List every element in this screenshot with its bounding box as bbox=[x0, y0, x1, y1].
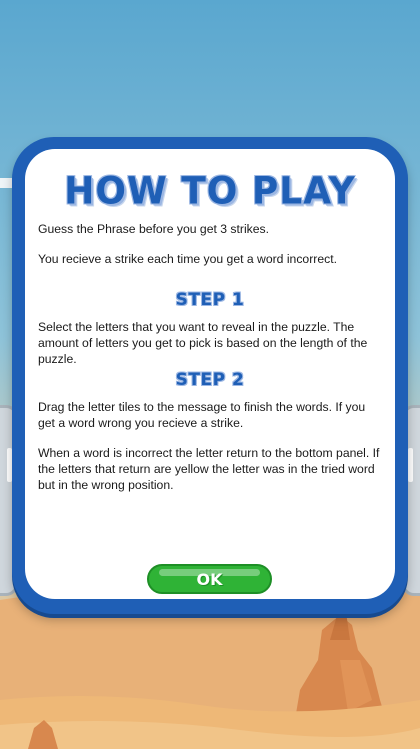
step2-heading: STEP 2 bbox=[175, 370, 245, 390]
game-screen: HOW TO PLAY Guess the Phrase before you … bbox=[0, 0, 420, 749]
intro-text-2: You recieve a strike each time you get a… bbox=[38, 252, 337, 266]
dialog-title: HOW TO PLAY bbox=[64, 169, 356, 214]
step2-text-2: When a word is incorrect the letter retu… bbox=[38, 446, 380, 492]
step2-text: Drag the letter tiles to the message to … bbox=[38, 400, 366, 430]
intro-text-1: Guess the Phrase before you get 3 strike… bbox=[38, 222, 270, 236]
ok-button[interactable]: OK bbox=[147, 564, 272, 594]
how-to-play-dialog: HOW TO PLAY Guess the Phrase before you … bbox=[12, 137, 408, 614]
dialog-content: HOW TO PLAY Guess the Phrase before you … bbox=[25, 149, 395, 599]
ok-button-label: OK bbox=[196, 570, 223, 589]
step1-text: Select the letters that you want to reve… bbox=[38, 320, 368, 366]
step1-heading: STEP 1 bbox=[175, 290, 245, 310]
